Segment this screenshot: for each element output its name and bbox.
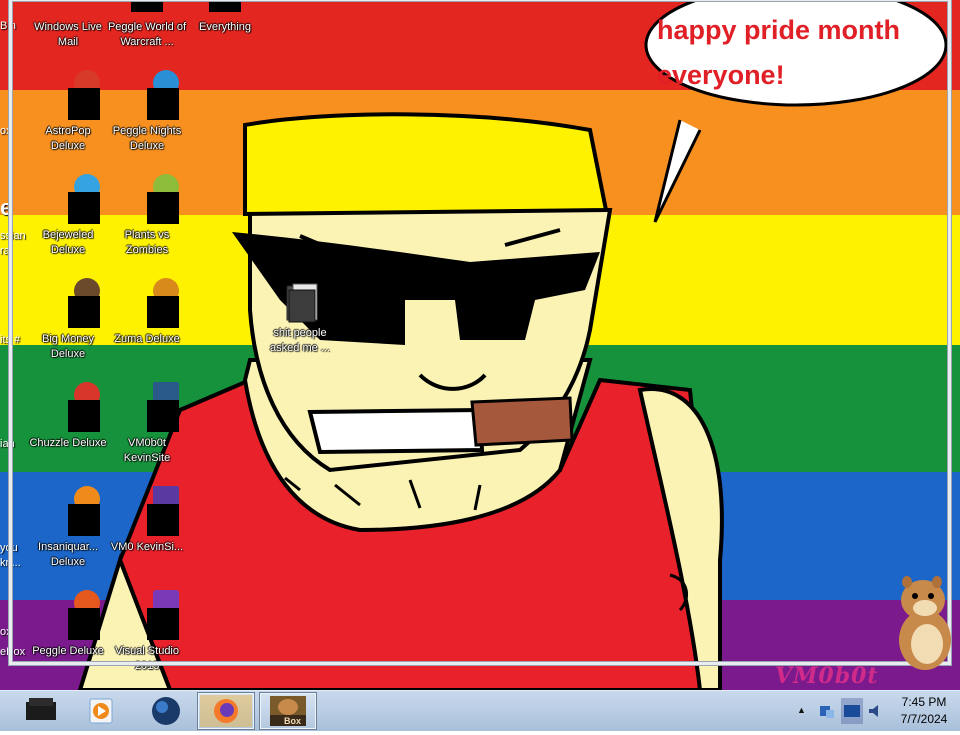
hamster-box-label: Box bbox=[284, 716, 302, 726]
taskbar-button-firefox[interactable] bbox=[197, 692, 255, 730]
globe-icon bbox=[152, 697, 180, 725]
clock-date: 7/7/2024 bbox=[900, 712, 948, 726]
taskbar: Box ▲ 7:45 PM 7/7/2024 bbox=[0, 690, 960, 731]
action-center-icon[interactable] bbox=[841, 698, 863, 724]
media-player-icon bbox=[89, 698, 113, 724]
show-hidden-icons-button[interactable]: ▲ bbox=[797, 705, 806, 715]
desktop: happy pride month everyone! Bin ox e ssi… bbox=[0, 0, 960, 690]
terminal-icon bbox=[26, 698, 56, 720]
taskbar-button-hamster-box[interactable]: Box bbox=[259, 692, 317, 730]
firefox-icon bbox=[200, 695, 252, 727]
clock-time: 7:45 PM bbox=[901, 695, 947, 709]
volume-icon[interactable] bbox=[866, 702, 884, 720]
taskbar-button-media-player[interactable] bbox=[72, 692, 130, 730]
taskbar-button-browser[interactable] bbox=[137, 692, 195, 730]
hamster-desktop-pet[interactable] bbox=[893, 570, 957, 674]
network-icon[interactable] bbox=[818, 702, 836, 720]
taskbar-clock[interactable]: 7:45 PM 7/7/2024 bbox=[888, 694, 960, 730]
window-frame[interactable] bbox=[9, 0, 951, 665]
taskbar-button-terminal[interactable] bbox=[12, 692, 70, 730]
signature: VM0b0t bbox=[775, 663, 879, 689]
